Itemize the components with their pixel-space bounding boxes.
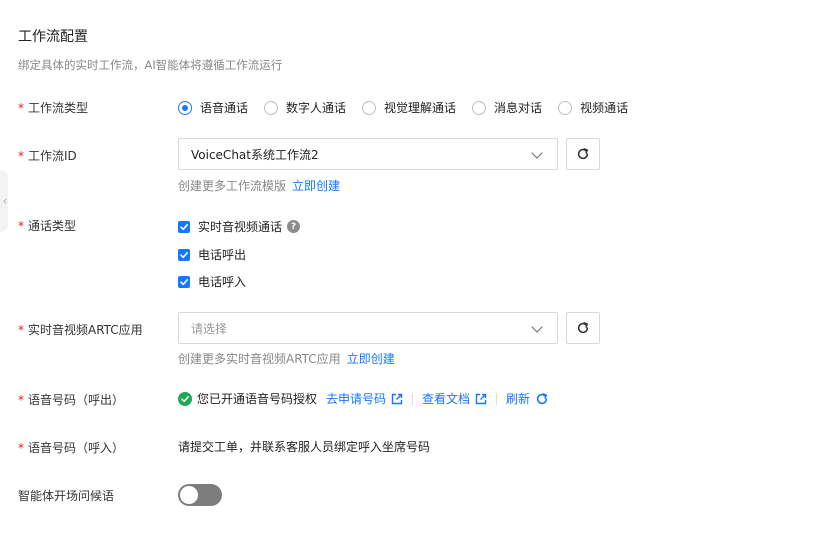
external-link-icon [475,393,487,404]
refresh-icon [577,322,589,334]
toggle-knob [180,486,198,504]
required-mark: * [18,441,24,455]
help-question-icon[interactable]: ? [287,220,301,233]
required-mark: * [18,101,24,115]
page-subtitle: 绑定具体的实时工作流，AI智能体将遵循工作流运行 [18,58,283,72]
radio-video-call[interactable]: 视频通话 [558,99,628,116]
create-artc-app-link[interactable]: 立即创建 [347,352,395,366]
checkbox-outbound-call[interactable]: 电话呼出 [178,246,246,263]
artc-app-placeholder: 请选择 [191,321,228,336]
create-workflow-link[interactable]: 立即创建 [292,179,340,193]
refresh-icon [577,148,589,160]
greeting-label: 智能体开场问候语 [18,489,115,503]
greeting-toggle[interactable] [178,484,222,506]
checkbox-checked-icon [178,248,190,261]
collapse-sidebar-tab[interactable]: ‹ [0,170,8,232]
page-title: 工作流配置 [18,29,88,45]
chevron-left-icon: ‹ [2,194,8,208]
artc-app-helper: 创建更多实时音视频ARTC应用 立即创建 [178,352,395,366]
radio-message-chat[interactable]: 消息对话 [472,99,542,116]
radio-vision-call[interactable]: 视觉理解通话 [362,99,456,116]
workflow-type-radio-group: 语音通话 数字人通话 视觉理解通话 消息对话 视频通话 [178,99,644,116]
apply-number-link[interactable]: 去申请号码 [326,390,403,407]
inbound-number-instruction: 请提交工单，并联系客服人员绑定呼入坐席号码 [178,440,431,454]
workflow-id-helper: 创建更多工作流模版 立即创建 [178,179,341,193]
refresh-link[interactable]: 刷新 [506,390,549,407]
view-docs-link[interactable]: 查看文档 [422,390,487,407]
artc-app-label: * 实时音视频ARTC应用 [18,323,143,337]
divider [496,392,498,405]
checkbox-checked-icon [178,275,190,288]
radio-digital-human-call[interactable]: 数字人通话 [264,99,346,116]
radio-unchecked-icon [264,100,279,115]
refresh-icon [536,392,548,404]
checkbox-checked-icon [178,220,190,233]
radio-unchecked-icon [472,100,487,115]
radio-checked-icon [178,100,192,115]
workflow-id-select[interactable]: VoiceChat系统工作流2 [178,138,558,170]
required-mark: * [18,393,24,407]
inbound-number-label: * 语音号码（呼入） [18,441,125,455]
artc-app-refresh-button[interactable] [566,312,600,344]
checkbox-realtime-av-call[interactable]: 实时音视频通话 ? [178,218,301,235]
workflow-type-label: * 工作流类型 [18,101,89,115]
required-mark: * [18,219,24,233]
required-mark: * [18,149,24,163]
divider [412,392,414,405]
outbound-number-status: 您已开通语音号码授权 去申请号码 查看文档 刷新 [178,390,549,407]
chevron-down-icon [531,147,545,161]
checkbox-inbound-call[interactable]: 电话呼入 [178,273,246,290]
call-type-label: * 通话类型 [18,219,77,233]
required-mark: * [18,323,24,337]
workflow-id-refresh-button[interactable] [566,138,600,170]
artc-app-select[interactable]: 请选择 [178,312,558,344]
check-circle-icon [178,391,192,406]
radio-voice-call[interactable]: 语音通话 [178,99,248,116]
workflow-id-value: VoiceChat系统工作流2 [191,147,319,162]
external-link-icon [391,393,403,404]
radio-unchecked-icon [558,100,573,115]
chevron-down-icon [531,321,545,335]
outbound-number-label: * 语音号码（呼出） [18,393,125,407]
radio-unchecked-icon [362,100,377,115]
workflow-id-label: * 工作流ID [18,149,77,163]
